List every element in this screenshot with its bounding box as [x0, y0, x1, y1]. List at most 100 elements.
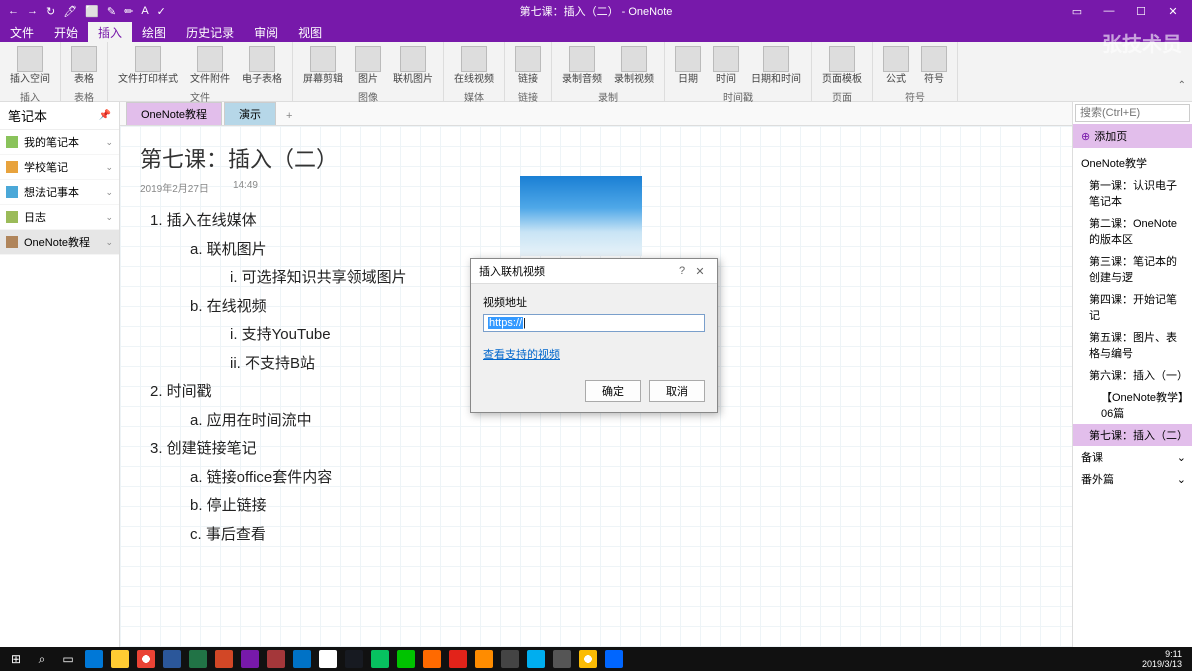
menu-tab-审阅[interactable]: 审阅	[244, 22, 288, 43]
qat-draw[interactable]: ✎	[107, 5, 116, 18]
search-input[interactable]	[1075, 104, 1190, 122]
ribbon-btn-文件打印样式[interactable]: 文件打印样式	[114, 44, 182, 87]
search-icon[interactable]: ⌕	[30, 649, 54, 669]
ribbon-btn-图片[interactable]: 图片	[351, 44, 385, 87]
mail-icon[interactable]	[316, 649, 340, 669]
outline-item[interactable]: 3. 创建链接笔记	[140, 435, 1052, 464]
menu-tab-开始[interactable]: 开始	[44, 22, 88, 43]
inserted-image[interactable]	[520, 176, 642, 256]
ribbon-btn-电子表格[interactable]: 电子表格	[238, 44, 286, 87]
qat-more[interactable]: ✓	[157, 5, 166, 18]
page-item[interactable]: 第四课：开始记笔记	[1073, 288, 1192, 326]
page-item[interactable]: 第二课：OneNote的版本区	[1073, 212, 1192, 250]
add-page-button[interactable]: 添加页	[1073, 124, 1192, 148]
page-group[interactable]: 备课⌄	[1073, 446, 1192, 468]
ok-button[interactable]: 确定	[585, 380, 641, 402]
minimize-button[interactable]: —	[1096, 5, 1122, 18]
ribbon-btn-屏幕剪辑[interactable]: 屏幕剪辑	[299, 44, 347, 87]
app-icon-5[interactable]	[524, 649, 548, 669]
app-icon-6[interactable]	[550, 649, 574, 669]
excel-icon[interactable]	[186, 649, 210, 669]
ribbon-btn-文件附件[interactable]: 文件附件	[186, 44, 234, 87]
menu-tab-视图[interactable]: 视图	[288, 22, 332, 43]
ribbon-btn-链接[interactable]: 链接	[511, 44, 545, 87]
page-section-header[interactable]: OneNote教学	[1073, 152, 1192, 174]
page-item[interactable]: 【OneNote教学】06篇	[1073, 386, 1192, 424]
qat-back[interactable]: ←	[8, 5, 19, 17]
menu-tab-历史记录[interactable]: 历史记录	[176, 22, 244, 43]
outlook-icon[interactable]	[290, 649, 314, 669]
ribbon-btn-录制视频[interactable]: 录制视频	[610, 44, 658, 87]
ribbon-btn-插入空间[interactable]: 插入空间	[6, 44, 54, 87]
menu-tab-文件[interactable]: 文件	[0, 22, 44, 43]
page-item[interactable]: 第一课：认识电子笔记本	[1073, 174, 1192, 212]
dialog-help-icon[interactable]: ?	[673, 265, 691, 277]
outline-item[interactable]: a. 链接office套件内容	[140, 464, 1052, 493]
qat-highlight[interactable]: ⬜	[85, 5, 99, 18]
ribbon-btn-时间[interactable]: 时间	[709, 44, 743, 87]
system-clock[interactable]: 9:112019/3/13	[1142, 649, 1188, 669]
outline-item[interactable]: c. 事后查看	[140, 521, 1052, 550]
notebook-item[interactable]: 想法记事本⌄	[0, 180, 119, 205]
collapse-ribbon-icon[interactable]: ⌃	[1178, 80, 1186, 91]
section-tab[interactable]: OneNote教程	[126, 102, 222, 125]
section-tab[interactable]: 演示	[224, 102, 276, 125]
chrome-icon-2[interactable]	[576, 649, 600, 669]
window-controls: ▭ — ☐ ✕	[1064, 5, 1192, 18]
ribbon-btn-表格[interactable]: 表格	[67, 44, 101, 87]
powerpoint-icon[interactable]	[212, 649, 236, 669]
ribbon-btn-日期[interactable]: 日期	[671, 44, 705, 87]
maximize-button[interactable]: ☐	[1128, 5, 1154, 18]
taskview-icon[interactable]: ▭	[56, 649, 80, 669]
qat-font[interactable]: A	[141, 5, 148, 17]
wechat-icon[interactable]	[368, 649, 392, 669]
app-icon-1[interactable]	[420, 649, 444, 669]
word-icon[interactable]	[160, 649, 184, 669]
page-item[interactable]: 第六课：插入（一）	[1073, 364, 1192, 386]
video-url-input[interactable]: https://|	[483, 314, 705, 332]
start-button[interactable]: ⊞	[4, 649, 28, 669]
qat-forward[interactable]: →	[27, 5, 38, 17]
page-item[interactable]: 第七课：插入（二）	[1073, 424, 1192, 446]
cancel-button[interactable]: 取消	[649, 380, 705, 402]
ribbon-btn-在线视频[interactable]: 在线视频	[450, 44, 498, 87]
page-item[interactable]: 第五课：图片、表格与编号	[1073, 326, 1192, 364]
line-icon[interactable]	[394, 649, 418, 669]
page-item[interactable]: 第三课：笔记本的创建与逻	[1073, 250, 1192, 288]
notebook-item[interactable]: OneNote教程⌄	[0, 230, 119, 255]
close-button[interactable]: ✕	[1160, 5, 1186, 18]
ribbon-btn-日期和时间[interactable]: 日期和时间	[747, 44, 805, 87]
notebook-item[interactable]: 我的笔记本⌄	[0, 130, 119, 155]
menu-tab-插入[interactable]: 插入	[88, 22, 132, 43]
qat-pencil[interactable]: ✏	[124, 5, 133, 18]
section-tabs: OneNote教程演示+	[120, 102, 1072, 126]
notebook-item[interactable]: 学校笔记⌄	[0, 155, 119, 180]
ribbon-btn-录制音频[interactable]: 录制音频	[558, 44, 606, 87]
edge-icon[interactable]	[82, 649, 106, 669]
steam-icon[interactable]	[342, 649, 366, 669]
supported-videos-link[interactable]: 查看支持的视频	[483, 346, 560, 362]
ribbon-btn-联机图片[interactable]: 联机图片	[389, 44, 437, 87]
app-icon-2[interactable]	[446, 649, 470, 669]
page-group[interactable]: 番外篇⌄	[1073, 468, 1192, 490]
ribbon-btn-符号[interactable]: 符号	[917, 44, 951, 87]
access-icon[interactable]	[264, 649, 288, 669]
outline-item[interactable]: b. 停止链接	[140, 492, 1052, 521]
explorer-icon[interactable]	[108, 649, 132, 669]
chrome-icon[interactable]	[134, 649, 158, 669]
page-title[interactable]: 第七课：插入（二）	[140, 142, 1052, 174]
onenote-icon[interactable]	[238, 649, 262, 669]
app-icon-7[interactable]	[602, 649, 626, 669]
notebook-item[interactable]: 日志⌄	[0, 205, 119, 230]
qat-undo[interactable]: ↻	[46, 5, 55, 18]
pin-icon[interactable]: 📌	[99, 110, 111, 121]
menu-tab-绘图[interactable]: 绘图	[132, 22, 176, 43]
app-icon-3[interactable]	[472, 649, 496, 669]
ribbon-btn-公式[interactable]: 公式	[879, 44, 913, 87]
qat-pen[interactable]: 🖊	[63, 5, 77, 18]
ribbon-options-icon[interactable]: ▭	[1064, 5, 1090, 18]
app-icon-4[interactable]	[498, 649, 522, 669]
ribbon-btn-页面模板[interactable]: 页面模板	[818, 44, 866, 87]
dialog-close-icon[interactable]: ✕	[691, 265, 709, 278]
add-section-button[interactable]: +	[278, 107, 300, 125]
